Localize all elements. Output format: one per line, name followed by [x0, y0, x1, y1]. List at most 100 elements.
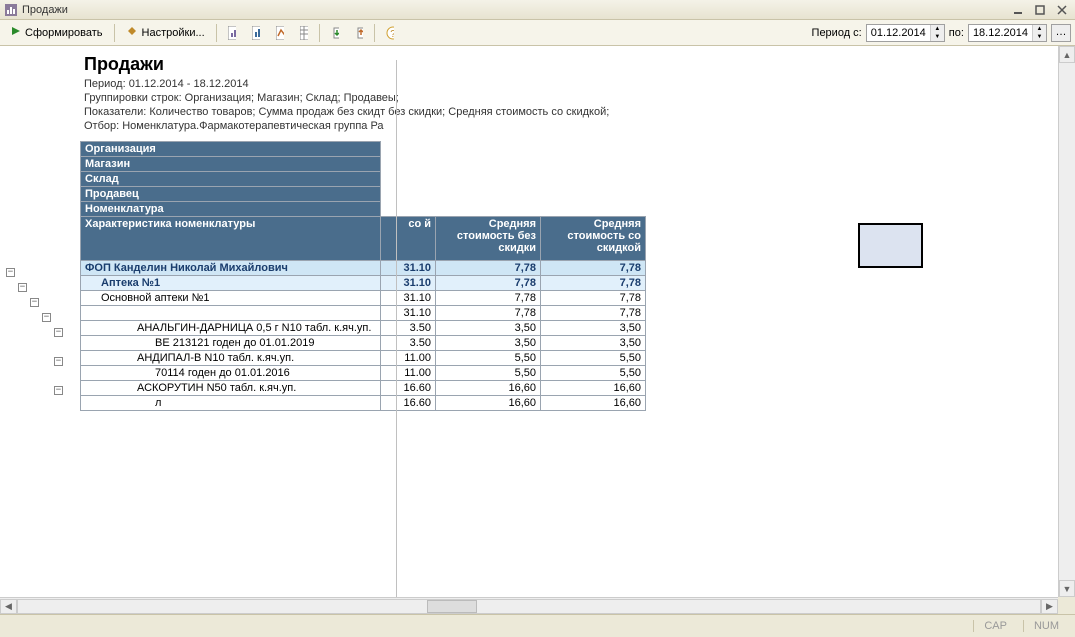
row-name: ВЕ 213121 годен до 01.01.2019 [81, 336, 381, 351]
date-from-input[interactable]: 01.12.2014 ▲▼ [866, 24, 945, 42]
cell-value: 7,78 [541, 276, 646, 291]
report-meta-measures: Показатели: Количество товаров; Сумма пр… [80, 105, 1075, 119]
status-bar: CAP NUM [0, 614, 1075, 637]
minimize-button[interactable] [1009, 3, 1027, 17]
tree-toggle[interactable]: − [18, 283, 27, 292]
col-seller[interactable]: Продавец [81, 187, 381, 202]
window-titlebar: Продажи [0, 0, 1075, 20]
maximize-button[interactable] [1031, 3, 1049, 17]
report-meta-period: Период: 01.12.2014 - 18.12.2014 [80, 77, 1075, 91]
scroll-thumb[interactable] [427, 600, 477, 613]
tree-toggle[interactable]: − [6, 268, 15, 277]
separator [216, 24, 217, 42]
tree-toggle[interactable]: − [54, 328, 63, 337]
report-table: Организация Магазин Склад Продавец Номен… [80, 141, 646, 411]
period-from-label: Период с: [812, 27, 862, 39]
wrench-icon [126, 25, 138, 40]
tool-chart-2[interactable] [245, 23, 267, 43]
date-spin[interactable]: ▲▼ [930, 25, 944, 41]
col-partial[interactable]: со й [381, 217, 436, 261]
date-to-value: 18.12.2014 [969, 27, 1032, 39]
status-cap: CAP [973, 620, 1017, 632]
separator [114, 24, 115, 42]
separator [374, 24, 375, 42]
vertical-splitter[interactable] [396, 60, 397, 597]
vertical-scrollbar[interactable]: ▲ ▼ [1058, 46, 1075, 597]
table-row[interactable]: АНДИПАЛ-В N10 табл. к.яч.уп.11.005,505,5… [81, 351, 646, 366]
tree-toggle[interactable]: − [54, 386, 63, 395]
cell-value: 5,50 [541, 351, 646, 366]
cell-value: 7,78 [541, 261, 646, 276]
cell-value: 7,78 [541, 306, 646, 321]
report-title: Продажи [80, 52, 1075, 77]
col-avg-no-disc[interactable]: Средняя стоимость без скидки [436, 217, 541, 261]
outline-tree: − − − − − − − [2, 264, 63, 397]
col-stock[interactable]: Склад [81, 172, 381, 187]
table-row[interactable]: 70114 годен до 01.01.201611.005,505,50 [81, 366, 646, 381]
cell-value: 16.60 [381, 381, 436, 396]
tool-chart-3[interactable] [269, 23, 291, 43]
report-meta-groups: Группировки строк: Организация; Магазин;… [80, 91, 1075, 105]
cell-value: 16.60 [381, 396, 436, 411]
cell-value: 7,78 [436, 261, 541, 276]
scroll-down-icon[interactable]: ▼ [1059, 580, 1075, 597]
date-from-value: 01.12.2014 [867, 27, 930, 39]
tree-toggle[interactable]: − [42, 313, 51, 322]
scroll-left-icon[interactable]: ◀ [0, 599, 17, 614]
tool-grid[interactable] [293, 23, 315, 43]
cell-value: 31.10 [381, 306, 436, 321]
svg-text:?: ? [390, 29, 394, 40]
scroll-track[interactable] [17, 599, 1041, 614]
table-row[interactable]: АСКОРУТИН N50 табл. к.яч.уп.16.6016,6016… [81, 381, 646, 396]
status-num: NUM [1023, 620, 1069, 632]
table-row[interactable]: АНАЛЬГИН-ДАРНИЦА 0,5 г N10 табл. к.яч.уп… [81, 321, 646, 336]
row-name [81, 306, 381, 321]
table-row[interactable]: Аптека №131.107,787,78 [81, 276, 646, 291]
cell-value: 16,60 [436, 381, 541, 396]
selection-overlay[interactable] [858, 223, 923, 268]
tool-action-1[interactable] [324, 23, 346, 43]
table-row[interactable]: 31.107,787,78 [81, 306, 646, 321]
col-charact[interactable]: Характеристика номенклатуры [81, 217, 381, 261]
row-name: л [81, 396, 381, 411]
horizontal-scrollbar[interactable]: ◀ ▶ [0, 597, 1058, 614]
row-name: Аптека №1 [81, 276, 381, 291]
cell-value: 3,50 [436, 336, 541, 351]
report-content: Продажи Период: 01.12.2014 - 18.12.2014 … [80, 46, 1075, 597]
run-report-button[interactable]: Сформировать [4, 23, 110, 43]
col-avg-disc[interactable]: Средняя стоимость со скидкой [541, 217, 646, 261]
tool-chart-1[interactable] [221, 23, 243, 43]
table-row[interactable]: ФОП Канделин Николай Михайлович31.107,78… [81, 261, 646, 276]
cell-value: 3,50 [436, 321, 541, 336]
cell-value: 16,60 [541, 381, 646, 396]
cell-value: 3,50 [541, 321, 646, 336]
period-dialog-button[interactable]: … [1051, 24, 1071, 42]
outline-gutter: − − − − − − − [0, 46, 80, 597]
table-row[interactable]: Основной аптеки №131.107,787,78 [81, 291, 646, 306]
separator [319, 24, 320, 42]
col-shop[interactable]: Магазин [81, 157, 381, 172]
date-spin[interactable]: ▲▼ [1032, 25, 1046, 41]
row-name: 70114 годен до 01.01.2016 [81, 366, 381, 381]
table-row[interactable]: л16.6016,6016,60 [81, 396, 646, 411]
scroll-right-icon[interactable]: ▶ [1041, 599, 1058, 614]
tool-action-2[interactable] [348, 23, 370, 43]
date-to-input[interactable]: 18.12.2014 ▲▼ [968, 24, 1047, 42]
run-label: Сформировать [25, 27, 103, 39]
row-name: АНАЛЬГИН-ДАРНИЦА 0,5 г N10 табл. к.яч.уп… [81, 321, 381, 336]
close-button[interactable] [1053, 3, 1071, 17]
tree-toggle[interactable]: − [54, 357, 63, 366]
play-icon [11, 26, 21, 39]
cell-value: 16,60 [541, 396, 646, 411]
help-button[interactable]: ? [379, 23, 401, 43]
scroll-up-icon[interactable]: ▲ [1059, 46, 1075, 63]
cell-value: 3.50 [381, 336, 436, 351]
row-name: АНДИПАЛ-В N10 табл. к.яч.уп. [81, 351, 381, 366]
cell-value: 31.10 [381, 276, 436, 291]
settings-button[interactable]: Настройки... [119, 23, 212, 43]
cell-value: 16,60 [436, 396, 541, 411]
col-org[interactable]: Организация [81, 142, 381, 157]
tree-toggle[interactable]: − [30, 298, 39, 307]
col-nomen[interactable]: Номенклатура [81, 202, 381, 217]
table-row[interactable]: ВЕ 213121 годен до 01.01.20193.503,503,5… [81, 336, 646, 351]
